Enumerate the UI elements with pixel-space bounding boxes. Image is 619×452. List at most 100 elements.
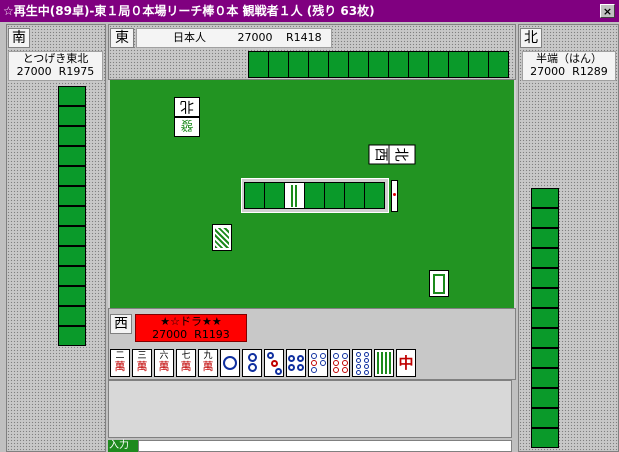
tile-back — [328, 51, 349, 78]
north-player-name: 半端（はん） — [536, 52, 602, 65]
circle-icon — [275, 368, 282, 375]
west-player-box: ★☆ドラ★★ 27000 R1193 — [135, 314, 247, 342]
circle-icon — [341, 360, 348, 366]
north-score: 27000 — [530, 65, 566, 78]
east-score: 27000 — [237, 31, 273, 44]
green-pattern-icon — [433, 273, 445, 294]
circles-group — [287, 355, 305, 371]
east-player-name: 日本人 — [173, 31, 206, 44]
circle-icon — [267, 352, 274, 359]
tile-back — [288, 51, 309, 78]
tile-back — [244, 182, 265, 209]
hand-tile[interactable] — [286, 349, 306, 377]
west-wind-label: 西 — [110, 314, 132, 334]
hand-tile[interactable] — [330, 349, 350, 377]
circle-icon — [310, 353, 317, 359]
tile-back — [268, 51, 289, 78]
tile-suit: 萬 — [202, 360, 214, 373]
circle-icon — [270, 360, 278, 367]
tile-suit: 萬 — [180, 360, 192, 373]
bamboo-icon — [377, 352, 391, 374]
tile-suit: 萬 — [114, 360, 126, 373]
east-rating: R1418 — [286, 31, 322, 44]
tile-back — [58, 326, 86, 346]
circle-icon — [355, 358, 361, 363]
hand-tile[interactable]: 九 萬 — [198, 349, 218, 377]
north-rating: R1289 — [572, 65, 608, 78]
circle-icon — [223, 356, 237, 370]
east-hand-backs — [248, 51, 510, 78]
hand-tile[interactable] — [352, 349, 372, 377]
circle-icon — [341, 367, 348, 373]
tile-back — [364, 182, 385, 209]
east-player-box: 日本人 27000 R1418 — [136, 28, 332, 48]
circle-icon — [355, 370, 361, 375]
circle-icon — [247, 363, 257, 372]
input-label: 入力 — [108, 440, 139, 452]
hand-tile[interactable]: 中 — [396, 349, 416, 377]
bamboo-icon — [290, 184, 299, 207]
window-title: ☆再生中(89卓)-東１局０本場リーチ棒０本 観戦者１人 (残り 63枚) — [3, 4, 375, 18]
tile-back — [58, 286, 86, 306]
hand-tile[interactable] — [264, 349, 284, 377]
south-hand-backs — [58, 86, 86, 348]
tile-back — [368, 51, 389, 78]
circle-icon — [363, 352, 369, 357]
circle-icon — [310, 367, 317, 373]
hand-tile[interactable]: 六 萬 — [154, 349, 174, 377]
tile-back — [531, 248, 559, 268]
circle-icon — [363, 364, 369, 369]
hand-tile[interactable]: 三 萬 — [132, 349, 152, 377]
hand-tile[interactable] — [374, 349, 394, 377]
riichi-stick-slot — [391, 180, 398, 212]
east-wind-label: 東 — [110, 28, 134, 48]
hand-tile[interactable]: 二 萬 — [110, 349, 130, 377]
tile-back — [58, 106, 86, 126]
west-rating: R1193 — [194, 328, 230, 341]
tile-back — [58, 306, 86, 326]
tile-back — [531, 268, 559, 288]
hand-tile[interactable] — [220, 349, 240, 377]
hand-tile[interactable]: 七 萬 — [176, 349, 196, 377]
tile-back — [531, 408, 559, 428]
title-bar: ☆再生中(89卓)-東１局０本場リーチ棒０本 観戦者１人 (残り 63枚) — [0, 0, 619, 22]
chat-input[interactable] — [138, 440, 512, 452]
tile-back — [308, 51, 329, 78]
tile-suit: 萬 — [136, 360, 148, 373]
close-button[interactable]: × — [600, 4, 615, 18]
tile-suit: 萬 — [158, 360, 170, 373]
discard-tile: 發 — [174, 117, 200, 137]
tile-back — [58, 206, 86, 226]
circle-icon — [319, 353, 326, 359]
tile-back — [58, 186, 86, 206]
hand-tile[interactable] — [308, 349, 328, 377]
tile-back — [58, 246, 86, 266]
circle-icon — [288, 355, 295, 362]
tile-back — [58, 166, 86, 186]
dora-indicator-tile — [284, 182, 305, 209]
tile-back — [248, 51, 269, 78]
circle-icon — [319, 360, 326, 366]
circle-icon — [297, 364, 304, 371]
bird-tile-icon — [215, 227, 229, 248]
discard-tile — [429, 270, 449, 297]
tile-back — [58, 86, 86, 106]
discard-north-char: 北 — [180, 98, 194, 114]
tile-back — [488, 51, 509, 78]
tile-back — [58, 266, 86, 286]
north-player-box: 半端（はん） 27000 R1289 — [522, 51, 616, 81]
circle-icon — [297, 355, 304, 362]
tile-back — [264, 182, 285, 209]
circle-icon — [363, 370, 369, 375]
discard-tile: 北 — [174, 97, 200, 117]
circle-icon — [341, 353, 348, 359]
discard-tile — [212, 224, 232, 251]
circle-icon — [247, 353, 257, 362]
circle-icon — [332, 353, 339, 359]
circle-icon — [355, 352, 361, 357]
tile-back — [531, 188, 559, 208]
tile-back — [348, 51, 369, 78]
red-dragon-icon: 中 — [398, 354, 414, 372]
hand-tile[interactable] — [242, 349, 262, 377]
chat-log — [108, 380, 512, 438]
